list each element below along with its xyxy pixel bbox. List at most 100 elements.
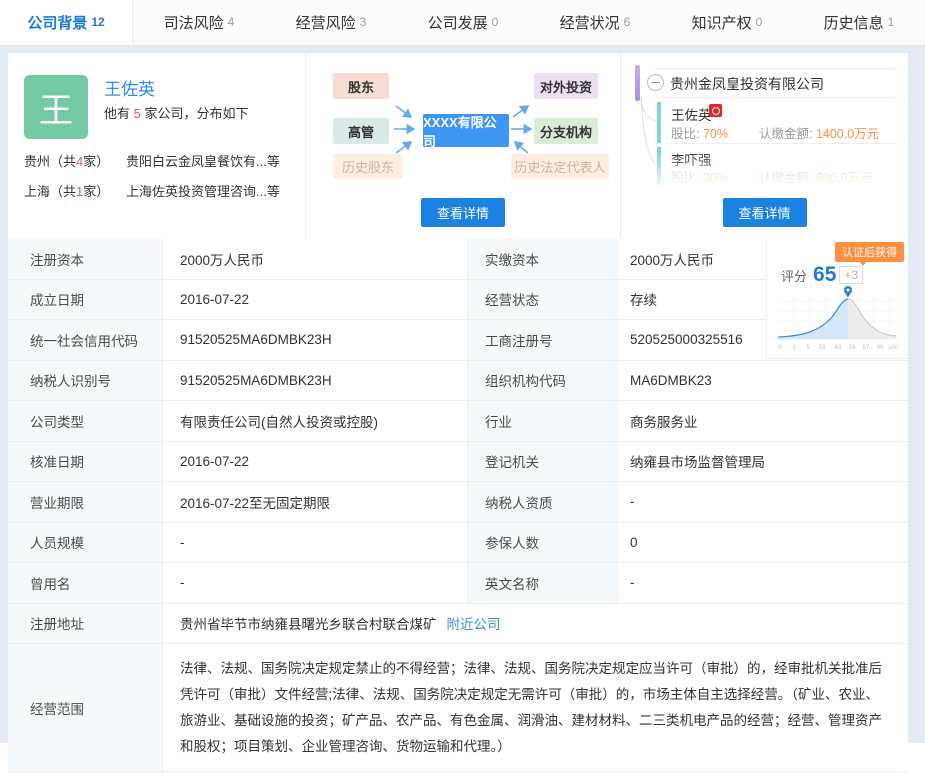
field-label: 行业 [468,401,618,441]
boss-name-link[interactable]: 王佐英 [104,75,155,100]
field-value: 91520525MA6DMBK23H [163,320,468,360]
graph-node-company-center[interactable]: XXXX有限公司 [423,114,509,147]
actual-controller-badge-icon [709,104,722,117]
field-label: 纳税人资质 [468,482,618,522]
field-label: 英文名称 [468,563,618,603]
graph-node-branch[interactable]: 分支机构 [534,118,598,144]
region-label: 上海（共1家） [24,181,126,200]
svg-text:100: 100 [888,345,899,351]
field-value: - [618,482,908,522]
field-label: 曾用名 [8,563,163,603]
svg-text:99: 99 [877,345,884,351]
company-count: 5 [134,106,141,121]
shareholder-name[interactable]: 李吓强 [671,149,712,169]
tab-count-badge: 3 [360,15,367,29]
shareholder-detail: 股比: 70% 认缴金额: 1400.0万元 [671,123,879,142]
shareholder-level-bar [657,147,661,185]
table-row: 纳税人识别号 91520525MA6DMBK23H 组织机构代码 MA6DMBK… [8,361,908,402]
tab-count-badge: 12 [91,15,104,29]
table-row-business-scope: 经营范围 法律、法规、国务院决定规定禁止的不得经营；法律、法规、国务院决定规定应… [8,644,908,773]
field-label: 经营状态 [468,280,618,320]
tab-count-badge: 4 [228,15,235,29]
equity-structure-card: 贵州金凤皇投资有限公司 王佐英 股比: 70% 认缴金额: 1400.0万元 李… [621,53,908,239]
graph-node-outbound-investment[interactable]: 对外投资 [534,73,598,99]
table-row: 核准日期 2016-07-22 登记机关 纳雍县市场监督管理局 [8,442,908,483]
graph-node-shareholder[interactable]: 股东 [333,73,389,99]
field-value: 2016-07-22至无固定期限 [163,482,468,522]
field-label: 公司类型 [8,401,163,441]
shareholder-level-bar [657,102,661,144]
tab-intellectual-property[interactable]: 知识产权 0 [661,0,793,45]
nearby-companies-link[interactable]: 附近公司 [447,613,501,633]
graph-node-executive[interactable]: 高管 [333,118,389,144]
score-bonus: +3 [839,266,863,284]
field-label: 登记机关 [468,442,618,482]
svg-text:63: 63 [835,345,842,351]
boss-summary-card: 王 王佐英 他有 5 家公司，分布如下 贵州（共4家） 贵阳白云金凤皇餐饮有..… [8,53,306,239]
field-label: 营业期限 [8,482,163,522]
svg-text:74: 74 [849,345,856,351]
field-label: 注册资本 [8,239,163,279]
business-scope-text: 法律、法规、国务院决定规定禁止的不得经营；法律、法规、国务院决定规定应当许可（审… [163,644,908,772]
field-label: 纳税人识别号 [8,361,163,401]
company-info-table: 注册资本 2000万人民币 实缴资本 2000万人民币 成立日期 2016-07… [8,239,908,773]
tab-operation-risk[interactable]: 经营风险 3 [265,0,397,45]
table-row: 人员规模 - 参保人数 0 [8,523,908,564]
graph-node-history-shareholder[interactable]: 历史股东 [333,154,403,179]
summary-cards-row: 王 王佐英 他有 5 家公司，分布如下 贵州（共4家） 贵阳白云金凤皇餐饮有..… [8,53,908,239]
collapse-minus-icon[interactable] [647,74,664,91]
field-label: 统一社会信用代码 [8,320,163,360]
graph-node-history-legal-rep[interactable]: 历史法定代表人 [511,154,609,179]
score-line: 评分 65 +3 [781,263,863,287]
svg-text:1: 1 [792,345,796,351]
shareholder-name[interactable]: 王佐英 [671,104,712,124]
tab-label: 经营风险 [296,12,356,33]
field-label: 核准日期 [8,442,163,482]
graph-view-details-button[interactable]: 查看详情 [421,198,505,227]
field-value: - [163,563,468,603]
field-label: 工商注册号 [468,320,618,360]
svg-text:18: 18 [819,345,826,351]
table-row: 营业期限 2016-07-22至无固定期限 纳税人资质 - [8,482,908,523]
field-label: 组织机构代码 [468,361,618,401]
field-value: 纳雍县市场监督管理局 [618,442,908,482]
field-label: 参保人数 [468,523,618,563]
tab-history-info[interactable]: 历史信息 1 [793,0,925,45]
tab-label: 经营状况 [560,12,620,33]
region-label: 贵州（共4家） [24,151,126,170]
tab-count-badge: 6 [624,15,631,29]
section-tabbar: 公司背景 12 司法风险 4 经营风险 3 公司发展 0 经营状况 6 知识产权… [0,0,925,46]
company-level-bar [635,65,640,101]
field-value: 2016-07-22 [163,280,468,320]
tab-label: 知识产权 [692,12,752,33]
svg-text:0: 0 [778,345,782,351]
registered-address: 贵州省毕节市纳雍县曙光乡联合村联合煤矿 [180,613,437,633]
field-label: 经营范围 [8,644,163,772]
tab-label: 历史信息 [824,12,884,33]
tab-judicial-risk[interactable]: 司法风险 4 [133,0,265,45]
field-label: 注册地址 [8,604,163,644]
certify-promo-badge[interactable]: 认证后获得 [835,242,904,262]
table-row-address: 注册地址 贵州省毕节市纳雍县曙光乡联合村联合煤矿 附近公司 [8,604,908,645]
boss-company-summary: 他有 5 家公司，分布如下 [104,103,248,122]
region-distribution-list: 贵州（共4家） 贵阳白云金凤皇餐饮有...等 上海（共1家） 上海佐英投资管理咨… [24,145,297,205]
field-label: 成立日期 [8,280,163,320]
region-companies[interactable]: 上海佐英投资管理咨询...等 [126,181,297,200]
field-value: MA6DMBK23 [618,361,908,401]
tab-company-development[interactable]: 公司发展 0 [397,0,529,45]
tab-company-background[interactable]: 公司背景 12 [0,0,133,45]
relationship-graph-card: 股东 高管 历史股东 XXXX有限公司 对外投资 分支机构 历史法定代表人 查看… [306,53,621,239]
region-companies[interactable]: 贵阳白云金凤皇餐饮有...等 [126,151,297,170]
summary-prefix: 他有 [104,106,134,121]
company-score-widget: 认证后获得 评分 65 +3 [766,239,908,359]
tab-count-badge: 1 [888,15,895,29]
equity-company-name[interactable]: 贵州金凤皇投资有限公司 [670,74,824,94]
field-value: 2000万人民币 [163,239,468,279]
tab-count-badge: 0 [756,15,763,29]
field-value: - [618,563,908,603]
tab-operation-status[interactable]: 经营状况 6 [529,0,661,45]
svg-text:5: 5 [806,345,810,351]
field-value: 2016-07-22 [163,442,468,482]
equity-view-details-button[interactable]: 查看详情 [722,198,806,227]
tab-label: 公司发展 [428,12,488,33]
